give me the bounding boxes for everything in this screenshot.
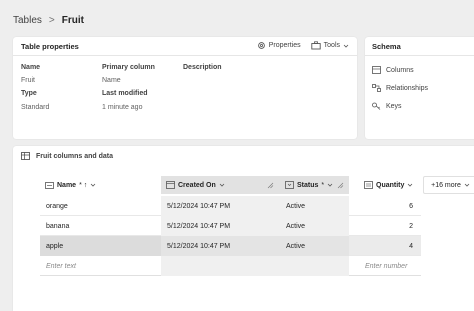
name-label: Name [21, 64, 41, 71]
chevron-down-icon [327, 183, 333, 187]
last-modified-label: Last modified [102, 90, 148, 97]
schema-relationships-label: Relationships [386, 84, 429, 92]
cell-name[interactable]: banana [40, 216, 161, 236]
new-row-status-cell[interactable] [280, 256, 349, 276]
number-column-icon [364, 181, 373, 189]
description-label: Description [183, 64, 222, 71]
gear-icon [257, 42, 265, 49]
chevron-down-icon [90, 183, 96, 187]
relationships-icon [372, 84, 381, 92]
type-label: Type [21, 90, 37, 97]
table-data-header: Fruit columns and data [21, 152, 113, 160]
table-properties-card: Table properties Properties Tools Name F… [13, 37, 357, 139]
cell-created-on[interactable]: 5/12/2024 10:47 PM [161, 216, 280, 236]
properties-button-label: Properties [268, 42, 301, 49]
calendar-column-icon [166, 181, 175, 189]
breadcrumb: Tables > Fruit [13, 12, 84, 28]
chevron-down-icon [408, 183, 413, 187]
new-row-name-input[interactable]: Enter text [40, 256, 161, 276]
table-row[interactable]: orange 5/12/2024 10:47 PM Active 6 [40, 196, 421, 216]
cell-quantity[interactable]: 2 [359, 216, 419, 236]
column-header-created-on[interactable]: Created On [161, 176, 280, 194]
new-row-created-on-cell[interactable] [161, 256, 280, 276]
table-row[interactable]: apple 5/12/2024 10:47 PM Active 4 [40, 236, 421, 256]
cell-status[interactable]: Active [280, 216, 349, 236]
column-header-status-label: Status [297, 181, 319, 189]
columns-icon [372, 66, 381, 74]
cell-status[interactable]: Active [280, 196, 349, 216]
cell-quantity[interactable]: 4 [359, 236, 419, 256]
chevron-down-icon [219, 183, 225, 187]
breadcrumb-separator: > [48, 14, 55, 26]
divider [365, 55, 474, 56]
schema-relationships-link[interactable]: Relationships [372, 84, 428, 92]
column-header-status[interactable]: Status * [280, 176, 349, 194]
column-header-created-on-label: Created On [178, 181, 216, 189]
cell-status[interactable]: Active [280, 236, 349, 256]
resize-handle-icon[interactable] [337, 182, 344, 189]
column-header-status-marker: * [321, 181, 325, 189]
type-value: Standard [21, 104, 50, 111]
column-header-name-label: Name [57, 181, 77, 189]
tools-button-label: Tools [323, 42, 340, 49]
cell-quantity[interactable]: 6 [359, 196, 419, 216]
table-data-card: Fruit columns and data Name * ↑ Created … [13, 146, 474, 311]
resize-handle-icon[interactable] [267, 182, 274, 189]
table-icon [21, 152, 30, 160]
new-row: Enter text Enter number [40, 256, 421, 276]
properties-button[interactable]: Properties [257, 41, 301, 50]
new-row-quantity-input[interactable]: Enter number [359, 256, 419, 276]
cell-created-on[interactable]: 5/12/2024 10:47 PM [161, 236, 280, 256]
more-columns-button[interactable]: +16 more [423, 176, 474, 194]
table-properties-title: Table properties [21, 42, 79, 51]
properties-toolbar: Properties Tools [257, 41, 349, 50]
schema-keys-label: Keys [386, 102, 402, 110]
schema-title: Schema [372, 42, 401, 51]
column-header-name-marker: * ↑ [79, 181, 88, 189]
chevron-down-icon [464, 183, 470, 187]
choice-column-icon [285, 181, 294, 189]
schema-columns-label: Columns [386, 66, 414, 74]
column-header-quantity-label: Quantity [376, 181, 405, 189]
divider [13, 55, 357, 56]
key-icon [372, 102, 381, 110]
breadcrumb-current: Fruit [61, 14, 84, 26]
cell-name[interactable]: orange [40, 196, 161, 216]
toolbox-icon [311, 41, 321, 50]
primary-column-value: Name [102, 77, 121, 84]
breadcrumb-tables-link[interactable]: Tables [13, 15, 42, 26]
chevron-down-icon [343, 44, 349, 48]
tools-button[interactable]: Tools [311, 41, 349, 50]
schema-columns-link[interactable]: Columns [372, 66, 414, 74]
schema-keys-link[interactable]: Keys [372, 102, 402, 110]
cell-name[interactable]: apple [40, 236, 161, 256]
column-header-name[interactable]: Name * ↑ [40, 176, 161, 194]
cell-created-on[interactable]: 5/12/2024 10:47 PM [161, 196, 280, 216]
primary-column-label: Primary column [102, 64, 155, 71]
table-row[interactable]: banana 5/12/2024 10:47 PM Active 2 [40, 216, 421, 236]
last-modified-value: 1 minute ago [102, 104, 143, 111]
name-value: Fruit [21, 77, 35, 84]
more-columns-label: +16 more [431, 181, 461, 189]
column-header-quantity[interactable]: Quantity [359, 176, 420, 194]
schema-card: Schema Columns Relationships Keys [365, 37, 474, 139]
table-data-title: Fruit columns and data [36, 152, 114, 160]
text-column-icon [45, 181, 54, 189]
